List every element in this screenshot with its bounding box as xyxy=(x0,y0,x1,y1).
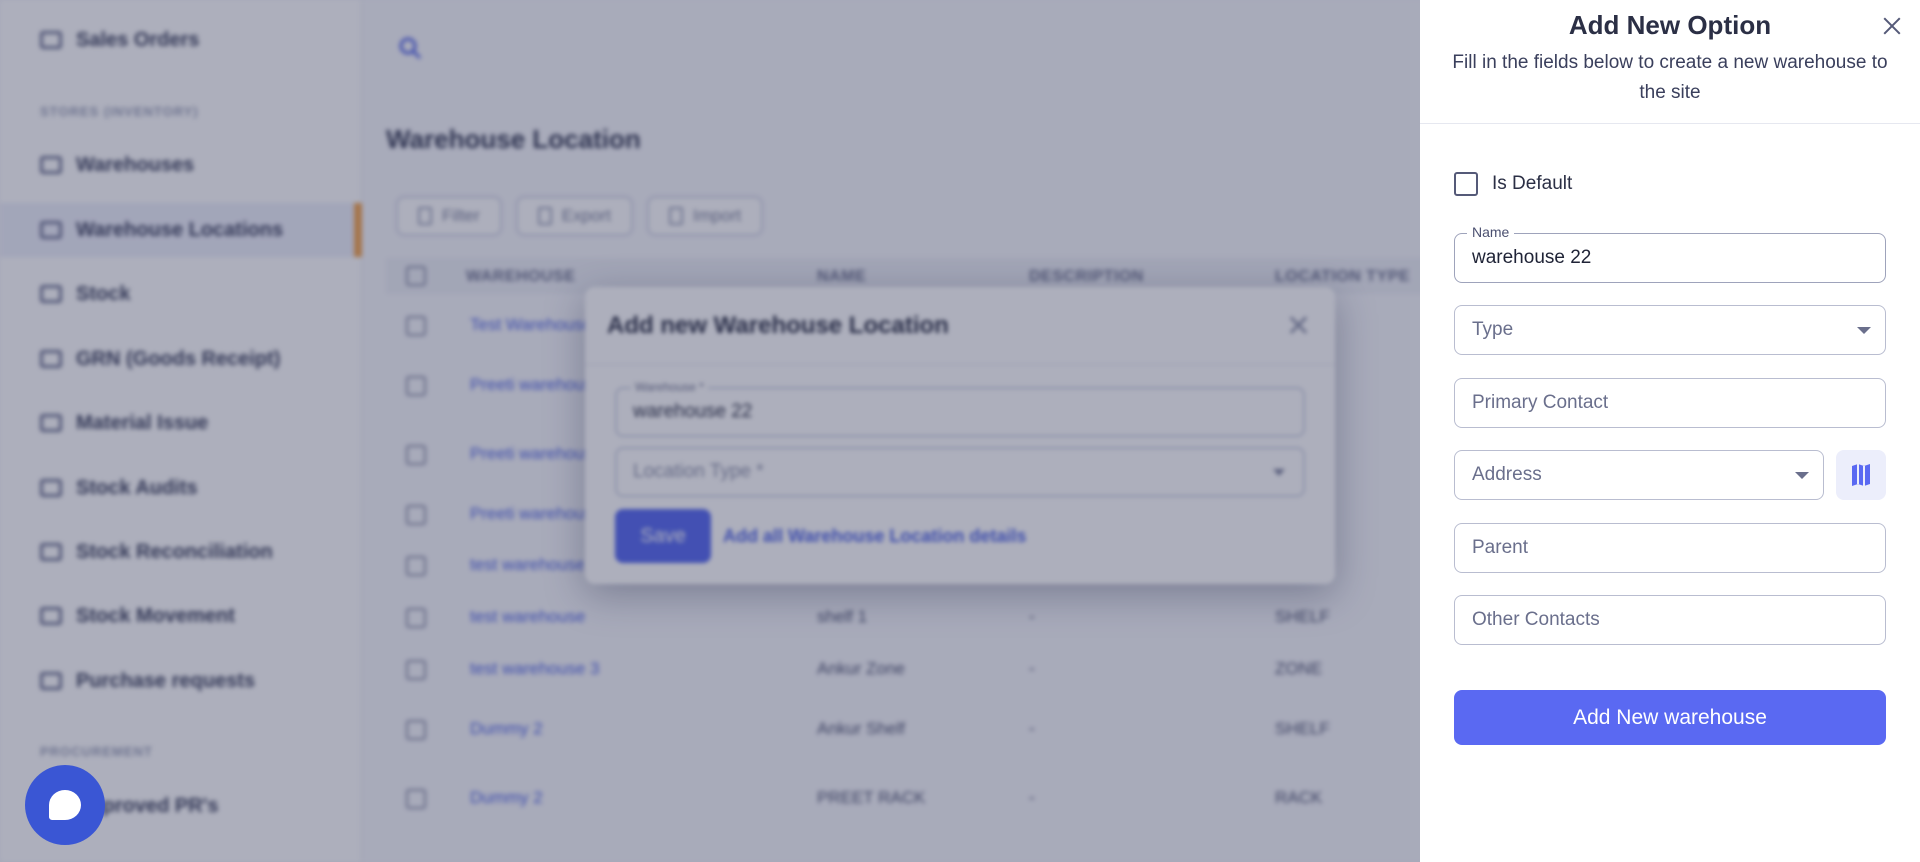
chat-button[interactable] xyxy=(25,765,105,845)
type-placeholder: Type xyxy=(1472,319,1514,340)
is-default-checkbox[interactable] xyxy=(1454,172,1478,196)
is-default-row: Is Default xyxy=(1454,172,1572,196)
primary-contact-placeholder: Primary Contact xyxy=(1472,392,1609,413)
name-field-value: warehouse 22 xyxy=(1472,247,1592,268)
chevron-down-icon xyxy=(1795,472,1809,479)
add-new-warehouse-button[interactable]: Add New warehouse xyxy=(1454,690,1886,745)
type-select[interactable]: Type xyxy=(1454,305,1886,355)
address-select[interactable]: Address xyxy=(1454,450,1824,500)
primary-contact-field[interactable]: Primary Contact xyxy=(1454,378,1886,428)
is-default-label: Is Default xyxy=(1492,173,1573,194)
map-button[interactable] xyxy=(1836,450,1886,500)
map-icon xyxy=(1852,464,1870,486)
drawer-subtitle: Fill in the fields below to create a new… xyxy=(1452,52,1888,103)
address-placeholder: Address xyxy=(1472,464,1542,485)
other-contacts-field[interactable]: Other Contacts xyxy=(1454,595,1886,645)
drawer-header: Add New Option Fill in the fields below … xyxy=(1420,0,1920,124)
add-new-option-drawer: Add New Option Fill in the fields below … xyxy=(1420,0,1920,862)
close-icon[interactable] xyxy=(1880,14,1904,38)
name-field-label: Name xyxy=(1467,224,1515,240)
parent-placeholder: Parent xyxy=(1472,537,1528,558)
name-field[interactable]: Name warehouse 22 xyxy=(1454,224,1886,283)
drawer-title: Add New Option xyxy=(1568,10,1772,40)
chevron-down-icon xyxy=(1857,327,1871,334)
other-contacts-placeholder: Other Contacts xyxy=(1472,609,1600,630)
parent-field[interactable]: Parent xyxy=(1454,523,1886,573)
chat-icon xyxy=(49,790,81,820)
